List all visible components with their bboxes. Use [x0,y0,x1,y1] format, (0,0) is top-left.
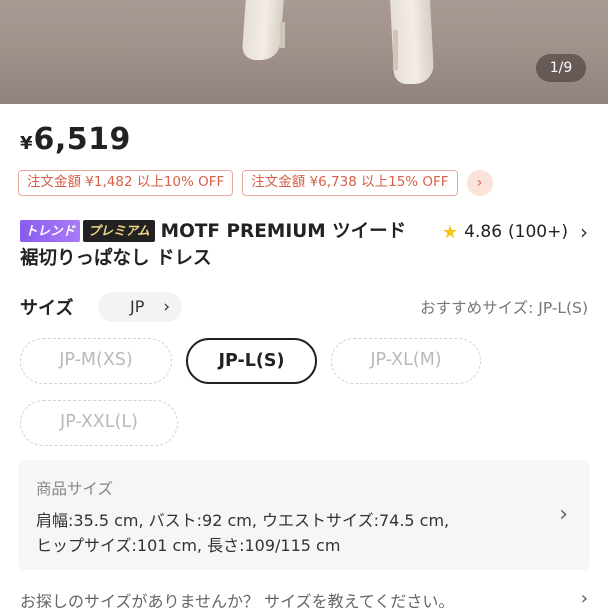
rating-value: 4.86 [464,222,503,242]
image-pager: 1/9 [536,54,586,82]
product-size-line: ヒップサイズ:101 cm, 長さ:109/115 cm [36,536,341,555]
star-icon: ★ [442,221,459,243]
size-request-link[interactable]: お探しのサイズがありませんか？ サイズを教えてください。 › [20,588,588,608]
price: ¥ 6,519 [20,122,131,162]
product-size-panel[interactable]: 商品サイズ 肩幅:35.5 cm, バスト:92 cm, ウエストサイズ:74.… [18,460,590,570]
heel-right-graphic [393,30,398,70]
coupon-15-off[interactable]: 注文金額 ¥6,738 以上15% OFF [242,170,458,196]
size-unit-selector[interactable]: JP › [98,292,182,322]
review-count: (100+) [508,222,568,242]
size-option-jp-xxl[interactable]: JP-XXL(L) [20,400,178,446]
product-image[interactable]: 1/9 [0,0,608,104]
trend-badge: トレンド [20,220,81,242]
coupon-row: 注文金額 ¥1,482 以上10% OFF 注文金額 ¥6,738 以上15% … [18,170,493,196]
size-option-jp-m[interactable]: JP-M(XS) [20,338,172,384]
recommended-size[interactable]: おすすめサイズ: JP-L(S) [420,296,588,318]
price-amount: 6,519 [33,122,131,157]
coupon-10-off[interactable]: 注文金額 ¥1,482 以上10% OFF [18,170,234,196]
currency-symbol: ¥ [20,133,33,154]
product-title-row: トレンド プレミアム MOTF PREMIUM ツイード 裾切りっぱなし ドレス ★… [20,218,588,272]
product-size-title: 商品サイズ [36,480,114,498]
size-unit-label: JP [130,297,145,316]
premium-badge: プレミアム [83,220,155,242]
boot-left-graphic [241,0,285,60]
size-label: サイズ [20,298,74,319]
chevron-right-icon: › [163,297,170,317]
chevron-right-icon: › [559,502,568,527]
product-size-details: 肩幅:35.5 cm, バスト:92 cm, ウエストサイズ:74.5 cm, … [36,508,536,558]
size-header: サイズ JP › おすすめサイズ: JP-L(S) [20,292,588,324]
rating-link[interactable]: ★ 4.86 (100+) › [442,220,588,244]
size-option-jp-l[interactable]: JP-L(S) [186,338,317,384]
chevron-right-icon: › [580,588,588,608]
size-option-jp-xl[interactable]: JP-XL(M) [331,338,481,384]
product-title: トレンド プレミアム MOTF PREMIUM ツイード 裾切りっぱなし ドレス [20,218,410,272]
chevron-right-icon: › [476,175,483,191]
coupon-more-button[interactable]: › [466,170,493,196]
chevron-right-icon: › [580,220,588,244]
product-size-line: 肩幅:35.5 cm, バスト:92 cm, ウエストサイズ:74.5 cm, [36,511,450,530]
size-request-text: お探しのサイズがありませんか？ サイズを教えてください。 [20,592,455,608]
heel-left-graphic [280,22,285,48]
